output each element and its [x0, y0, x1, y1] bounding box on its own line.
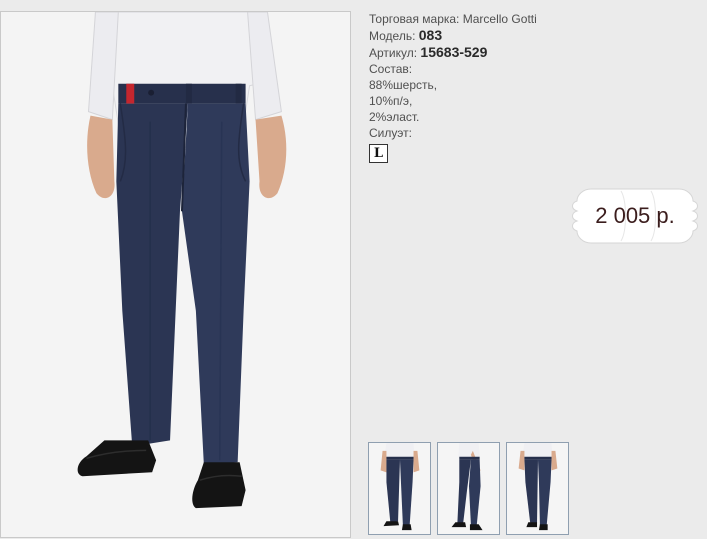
- trousers-photo: [1, 12, 350, 537]
- trousers-thumb-front-image: [369, 443, 430, 534]
- article-value: 15683-529: [420, 44, 488, 60]
- composition-line: 2%эласт.: [369, 110, 420, 124]
- composition-line: 10%п/э,: [369, 94, 413, 108]
- thumbnail-back[interactable]: [506, 442, 569, 535]
- product-info: Торговая марка: Marcello Gotti Модель: 0…: [369, 11, 569, 163]
- price-value: 2 005 р.: [595, 203, 675, 228]
- model-value: 083: [418, 27, 443, 43]
- model-label: Модель:: [369, 29, 416, 43]
- thumbnail-front[interactable]: [368, 442, 431, 535]
- silhouette-badge: L: [369, 144, 388, 163]
- silhouette-label: Силуэт:: [369, 126, 412, 140]
- article-row: Артикул: 15683-529: [369, 44, 569, 61]
- brand-row: Торговая марка: Marcello Gotti: [369, 11, 569, 27]
- price-tag: 2 005 р.: [569, 187, 701, 245]
- brand-label: Торговая марка:: [369, 12, 460, 26]
- main-product-photo[interactable]: [0, 11, 351, 538]
- thumbnail-side[interactable]: [437, 442, 500, 535]
- trousers-thumb-back-image: [507, 443, 568, 534]
- article-label: Артикул:: [369, 46, 418, 60]
- composition-line: 88%шерсть,: [369, 78, 438, 92]
- trousers-thumb-side-image: [438, 443, 499, 534]
- composition-label: Состав:: [369, 62, 413, 76]
- brand-value: Marcello Gotti: [462, 12, 537, 26]
- model-row: Модель: 083: [369, 27, 569, 44]
